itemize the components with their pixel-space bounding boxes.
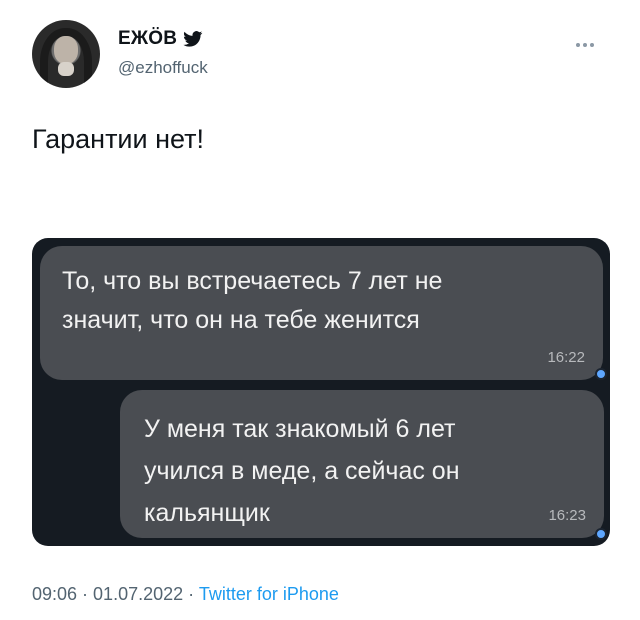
tweet-source-link[interactable]: Twitter for iPhone xyxy=(199,584,339,604)
meta-separator: · xyxy=(77,584,94,604)
tweet-header: ЕЖÖВ @ezhoffuck xyxy=(32,20,612,92)
tweet-meta: 09:06 · 01.07.2022 · Twitter for iPhone xyxy=(32,584,339,605)
chat-bubble-reply: У меня так знакомый 6 лет учился в меде,… xyxy=(120,390,604,538)
read-status-icon xyxy=(595,368,607,380)
message-line: учился в меде, а сейчас он xyxy=(144,457,460,485)
author-name[interactable]: ЕЖÖВ xyxy=(118,28,177,50)
message-line: кальянщик xyxy=(144,499,270,527)
message-line: То, что вы встречаетесь 7 лет не xyxy=(62,267,443,295)
message-time: 16:22 xyxy=(547,349,585,366)
message-line: У меня так знакомый 6 лет xyxy=(144,415,456,443)
meta-separator: · xyxy=(183,584,199,604)
tweet-time[interactable]: 09:06 xyxy=(32,584,77,604)
author-handle[interactable]: @ezhoffuck xyxy=(118,58,208,78)
read-status-icon xyxy=(595,528,607,540)
chat-bubble-incoming: То, что вы встречаетесь 7 лет не значит,… xyxy=(40,246,603,380)
message-time: 16:23 xyxy=(548,507,586,524)
message-line: значит, что он на тебе женится xyxy=(62,306,420,334)
tweet-media-chat-screenshot[interactable]: То, что вы встречаетесь 7 лет не значит,… xyxy=(32,238,610,546)
author-name-row[interactable]: ЕЖÖВ xyxy=(118,28,203,50)
tweet-date[interactable]: 01.07.2022 xyxy=(93,584,183,604)
twitter-bird-icon xyxy=(183,31,203,47)
more-options-icon[interactable] xyxy=(576,34,598,47)
avatar[interactable] xyxy=(32,20,100,88)
tweet-text: Гарантии нет! xyxy=(32,124,204,154)
